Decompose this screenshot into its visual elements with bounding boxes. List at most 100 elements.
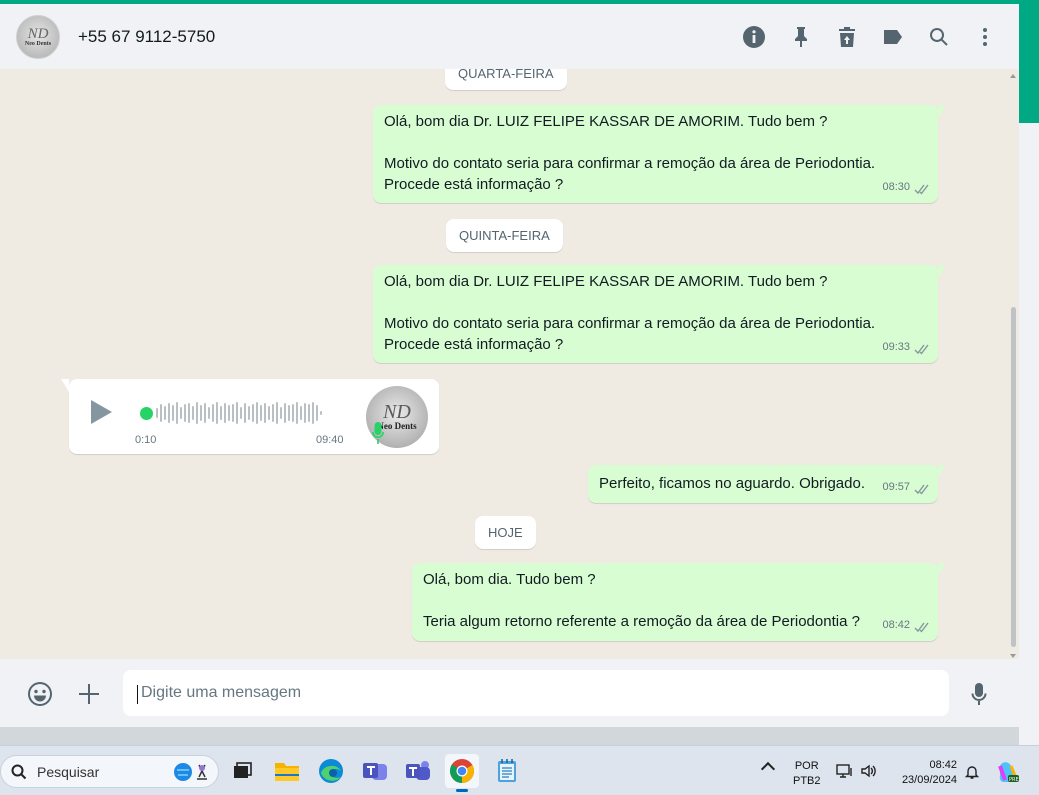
avatar-monogram: ND [27, 25, 49, 42]
keyboard-layout: PTB2 [793, 775, 821, 787]
label-icon[interactable] [881, 25, 905, 49]
double-check-icon [914, 342, 930, 355]
waveform-bar [284, 403, 286, 423]
message-time: 09:33 [882, 341, 910, 353]
waveform-bar [184, 404, 186, 422]
waveform-bar [244, 403, 246, 423]
message-meta: 09:57 [882, 477, 930, 498]
waveform-bar [248, 406, 250, 420]
contact-avatar[interactable]: ND Neo Dents [16, 14, 60, 59]
waveform-bar [204, 403, 206, 423]
day-chip-today: HOJE [475, 516, 536, 549]
message-bubble[interactable]: Olá, bom dia Dr. LUIZ FELIPE KASSAR DE A… [373, 265, 946, 363]
waveform-bar [188, 403, 190, 423]
emoji-icon[interactable] [27, 681, 53, 707]
waveform-bar [168, 403, 170, 423]
scroll-up-arrow[interactable] [1010, 74, 1016, 78]
message-bubble[interactable]: Perfeito, ficamos no aguardo. Obrigado. … [588, 465, 946, 503]
whatsapp-window: ND Neo Dents +55 67 9112-5750 QUARTA-FEI… [0, 4, 1019, 727]
side-strip [1019, 4, 1039, 745]
scroll-down-arrow[interactable] [1010, 654, 1016, 658]
chat-header[interactable]: ND Neo Dents +55 67 9112-5750 [0, 4, 1019, 69]
scrollbar-thumb[interactable] [1011, 307, 1016, 647]
network-icon[interactable] [836, 763, 854, 784]
waveform-bar [228, 405, 230, 421]
waveform-bar [304, 403, 306, 423]
more-icon[interactable] [973, 25, 997, 49]
file-explorer-icon[interactable] [270, 754, 304, 788]
message-bubble[interactable]: Olá, bom dia Dr. LUIZ FELIPE KASSAR DE A… [373, 105, 946, 203]
message-time: 09:57 [882, 481, 910, 493]
clock-time: 08:42 [929, 759, 957, 771]
search-icon[interactable] [927, 25, 951, 49]
taskbar-search[interactable]: Pesquisar [0, 755, 219, 788]
double-check-icon [914, 482, 930, 495]
volume-icon[interactable] [860, 763, 878, 784]
task-view-icon[interactable] [225, 754, 259, 788]
header-actions [742, 4, 1019, 69]
play-icon[interactable] [91, 400, 112, 424]
delete-icon[interactable] [835, 25, 859, 49]
contact-name[interactable]: +55 67 9112-5750 [78, 27, 215, 47]
waveform-bar [256, 402, 258, 424]
active-app-indicator [456, 789, 468, 792]
language-code: POR [794, 760, 819, 772]
waveform-bar [292, 404, 294, 422]
message-list[interactable]: QUARTA-FEIRA Olá, bom dia Dr. LUIZ FELIP… [0, 69, 1019, 659]
message-bubble[interactable]: Olá, bom dia. Tudo bem ? Teria algum ret… [412, 563, 946, 641]
pin-icon[interactable] [789, 25, 813, 49]
info-icon[interactable] [742, 25, 766, 49]
waveform-bar [272, 404, 274, 422]
chat-scrollbar[interactable] [1009, 69, 1017, 659]
notification-bell-icon[interactable] [964, 764, 980, 780]
system-clock[interactable]: 08:42 23/09/2024 [890, 758, 957, 788]
system-tray[interactable] [836, 763, 878, 784]
chrome-icon[interactable] [445, 754, 479, 792]
message-text: Teria algum retorno referente a remoção … [423, 613, 860, 630]
waveform-bar [280, 407, 282, 419]
voice-message[interactable]: 0:10 09:40 ND Neo Dents [61, 379, 439, 454]
chevron-up-icon[interactable] [760, 761, 776, 777]
waveform-bar [216, 402, 218, 424]
waveform-bar [268, 406, 270, 420]
message-text: Olá, bom dia Dr. LUIZ FELIPE KASSAR DE A… [384, 273, 828, 290]
mic-icon[interactable] [966, 681, 992, 707]
waveform-bar [240, 407, 242, 419]
edge-icon[interactable] [314, 754, 348, 788]
notepad-icon[interactable] [490, 754, 524, 788]
audio-waveform[interactable] [140, 400, 324, 426]
waveform-bar [156, 408, 158, 418]
waveform-bar [196, 402, 198, 424]
message-text: Motivo do contato seria para confirmar a… [384, 315, 876, 332]
language-indicator[interactable]: POR PTB2 [793, 759, 821, 789]
message-time: 08:30 [882, 181, 910, 193]
waveform-bar [320, 411, 322, 415]
waveform-bar [232, 404, 234, 422]
copilot-icon[interactable]: PRE [996, 760, 1020, 784]
teams-icon[interactable] [401, 754, 435, 788]
waveform-bar [316, 405, 318, 421]
text-caret [137, 685, 138, 704]
waveform-bar [300, 406, 302, 420]
waveform-bar [236, 402, 238, 424]
composer-bar [0, 659, 1019, 727]
message-text: Perfeito, ficamos no aguardo. Obrigado. [599, 475, 865, 492]
plus-icon[interactable] [76, 681, 102, 707]
search-icon [11, 764, 27, 780]
search-highlight-icon [173, 761, 213, 783]
waveform-bar [200, 405, 202, 421]
day-chip-thursday: QUINTA-FEIRA [446, 219, 563, 252]
playhead-dot[interactable] [140, 406, 153, 420]
waveform-bar [260, 405, 262, 421]
mic-icon [371, 421, 385, 445]
message-input[interactable] [123, 670, 949, 716]
waveform-bar [180, 407, 182, 419]
message-text: Procede está informação ? [384, 336, 564, 353]
waveform-bar [308, 404, 310, 422]
windows-taskbar: Pesquisar POR PTB2 08:42 23/09/2024 PRE [0, 745, 1039, 795]
waveform-bar [220, 406, 222, 420]
waveform-bar [288, 405, 290, 421]
waveform-bar [192, 406, 194, 420]
waveform-bar [264, 403, 266, 423]
teams-work-icon[interactable] [358, 754, 392, 788]
